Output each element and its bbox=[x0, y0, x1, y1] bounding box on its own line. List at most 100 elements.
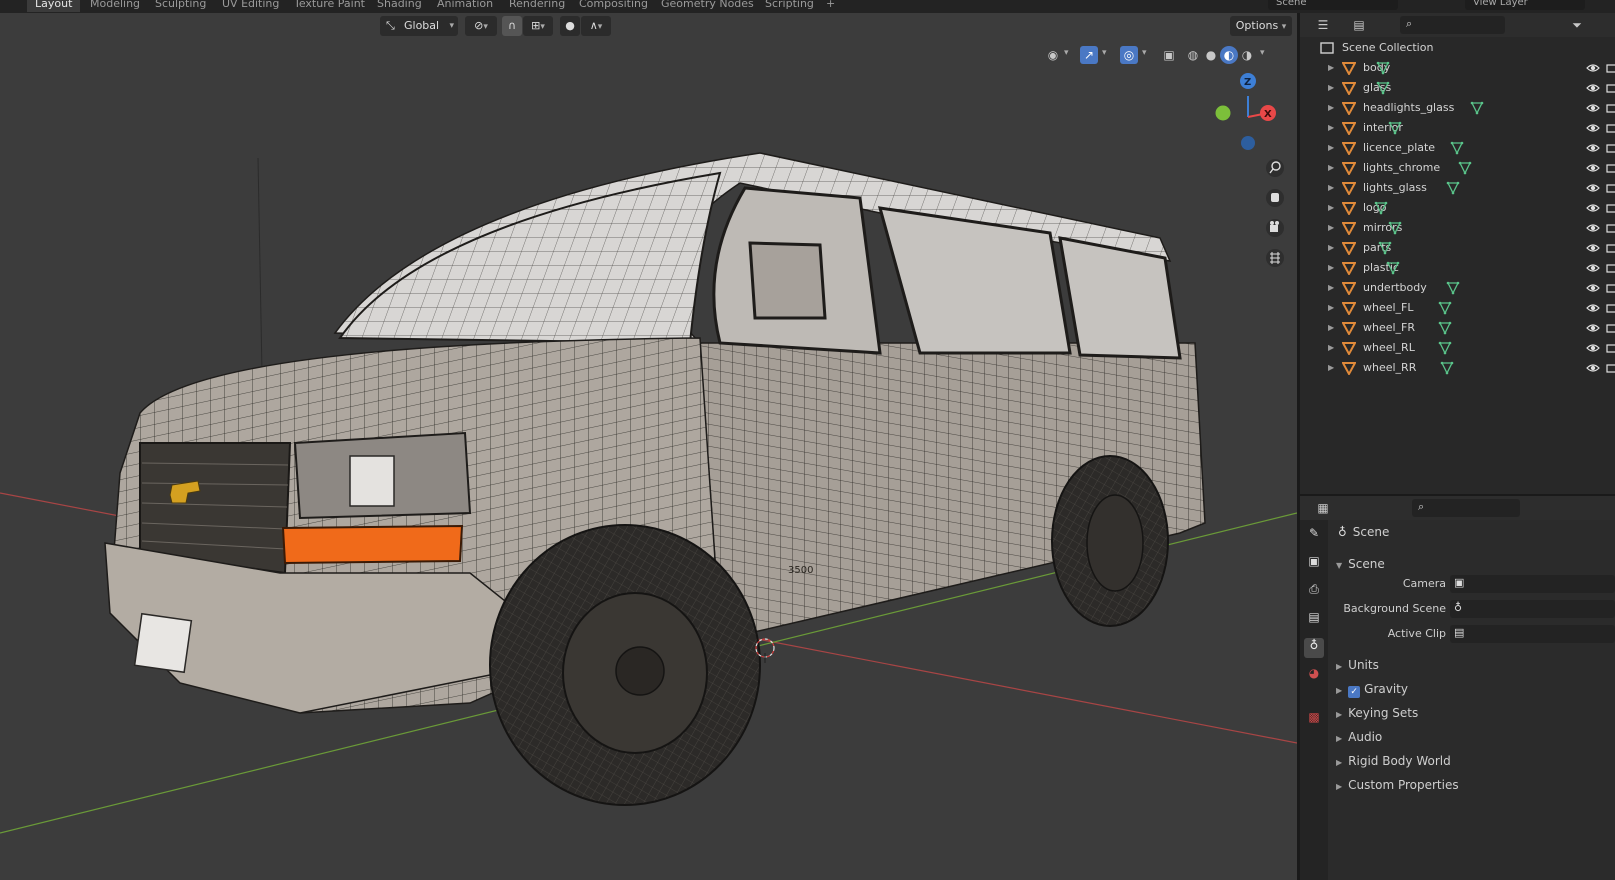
scene-panel-header[interactable]: ▼ Scene bbox=[1336, 553, 1615, 575]
tab-compositing[interactable]: Compositing bbox=[579, 0, 648, 12]
tab-modeling[interactable]: Modeling bbox=[90, 0, 140, 12]
outliner-object-row[interactable]: ▶ plastic bbox=[1300, 258, 1615, 278]
expand-right-icon[interactable]: ▶ bbox=[1328, 98, 1334, 118]
render-camera-icon[interactable] bbox=[1605, 81, 1615, 95]
mesh-data-icon[interactable] bbox=[1438, 301, 1452, 315]
texture-tab-icon[interactable]: ▩ bbox=[1304, 710, 1324, 730]
mesh-data-icon[interactable] bbox=[1374, 201, 1388, 215]
options-dropdown[interactable]: Options ▾ bbox=[1230, 16, 1292, 36]
expand-right-icon[interactable]: ▶ bbox=[1328, 178, 1334, 198]
van-model[interactable]: 3500 bbox=[104, 152, 1206, 806]
visibility-eye-icon[interactable] bbox=[1586, 361, 1600, 375]
mesh-data-icon[interactable] bbox=[1470, 101, 1484, 115]
mesh-data-icon[interactable] bbox=[1388, 221, 1402, 235]
expand-right-icon[interactable]: ▶ bbox=[1328, 198, 1334, 218]
render-camera-icon[interactable] bbox=[1605, 201, 1615, 215]
visibility-eye-icon[interactable] bbox=[1586, 161, 1600, 175]
transform-orientation-dropdown[interactable]: ⤡ Global ▾ bbox=[380, 16, 458, 36]
visibility-eye-icon[interactable] bbox=[1586, 261, 1600, 275]
gizmo-neg-z[interactable] bbox=[1241, 136, 1255, 150]
render-camera-icon[interactable] bbox=[1605, 181, 1615, 195]
output-tab-icon[interactable]: ⎙ bbox=[1304, 582, 1324, 602]
outliner-object-row[interactable]: ▶ licence_plate bbox=[1300, 138, 1615, 158]
gizmo-toggle-icon[interactable]: ↗ bbox=[1080, 46, 1098, 64]
material-preview-icon[interactable]: ◐ bbox=[1220, 46, 1238, 64]
expand-right-icon[interactable]: ▶ bbox=[1328, 78, 1334, 98]
snap-toggle[interactable]: ∩ bbox=[502, 16, 522, 36]
overlays-toggle-icon[interactable]: ◎ bbox=[1120, 46, 1138, 64]
scene-tab-icon[interactable]: ♁ bbox=[1304, 638, 1324, 658]
properties-search-input[interactable]: ⌕ bbox=[1412, 499, 1520, 517]
visibility-eye-icon[interactable]: ◉ bbox=[1044, 46, 1062, 64]
render-camera-icon[interactable] bbox=[1605, 281, 1615, 295]
world-tab-icon[interactable]: ◕ bbox=[1304, 666, 1324, 686]
tab-rendering[interactable]: Rendering bbox=[509, 0, 565, 12]
solid-shading-icon[interactable]: ● bbox=[1202, 46, 1220, 64]
3d-viewport[interactable]: 3500 Z X ⤡ Global ▾ ⊘▾ ∩ ⊞▾ ● ∧▾ Options… bbox=[0, 13, 1297, 880]
outliner-object-row[interactable]: ▶ lights_chrome bbox=[1300, 158, 1615, 178]
camera-view-icon[interactable] bbox=[1266, 219, 1284, 237]
display-mode-icon[interactable]: ▤ bbox=[1350, 16, 1368, 34]
visibility-eye-icon[interactable] bbox=[1586, 181, 1600, 195]
gravity-panel[interactable]: ▶ ✓ Gravity bbox=[1336, 678, 1615, 700]
expand-right-icon[interactable]: ▶ bbox=[1328, 258, 1334, 278]
visibility-eye-icon[interactable] bbox=[1586, 141, 1600, 155]
visibility-eye-icon[interactable] bbox=[1586, 121, 1600, 135]
visibility-eye-icon[interactable] bbox=[1586, 281, 1600, 295]
filter-icon[interactable]: ⏷ bbox=[1568, 16, 1586, 34]
scene-selector[interactable]: Scene bbox=[1268, 0, 1398, 10]
expand-right-icon[interactable]: ▶ bbox=[1328, 238, 1334, 258]
render-camera-icon[interactable] bbox=[1605, 141, 1615, 155]
view-layer-selector[interactable]: View Layer bbox=[1465, 0, 1585, 10]
visibility-eye-icon[interactable] bbox=[1586, 241, 1600, 255]
editor-type-icon[interactable]: ▦ bbox=[1314, 499, 1332, 517]
xray-toggle-icon[interactable]: ▣ bbox=[1160, 46, 1178, 64]
visibility-eye-icon[interactable] bbox=[1586, 321, 1600, 335]
tab-texture-paint[interactable]: Texture Paint bbox=[294, 0, 365, 12]
outliner-object-row[interactable]: ▶ lights_glass bbox=[1300, 178, 1615, 198]
render-camera-icon[interactable] bbox=[1605, 261, 1615, 275]
custom-properties-panel[interactable]: ▶ Custom Properties bbox=[1336, 774, 1615, 796]
mesh-data-icon[interactable] bbox=[1388, 121, 1402, 135]
navigation-gizmo[interactable]: Z X bbox=[1215, 73, 1276, 150]
editor-type-icon[interactable]: ☰ bbox=[1314, 16, 1332, 34]
visibility-eye-icon[interactable] bbox=[1586, 201, 1600, 215]
tab-geometry-nodes[interactable]: Geometry Nodes bbox=[661, 0, 754, 12]
render-camera-icon[interactable] bbox=[1605, 341, 1615, 355]
render-camera-icon[interactable] bbox=[1605, 361, 1615, 375]
tool-tab-icon[interactable]: ✎ bbox=[1304, 526, 1324, 546]
expand-right-icon[interactable]: ▶ bbox=[1328, 358, 1334, 378]
tab-uv-editing[interactable]: UV Editing bbox=[222, 0, 279, 12]
mesh-data-icon[interactable] bbox=[1378, 241, 1392, 255]
expand-right-icon[interactable]: ▶ bbox=[1328, 298, 1334, 318]
wireframe-shading-icon[interactable]: ◍ bbox=[1184, 46, 1202, 64]
render-tab-icon[interactable]: ▣ bbox=[1304, 554, 1324, 574]
visibility-eye-icon[interactable] bbox=[1586, 81, 1600, 95]
tab-animation[interactable]: Animation bbox=[437, 0, 493, 12]
outliner-object-row[interactable]: ▶ mirrors bbox=[1300, 218, 1615, 238]
outliner-object-row[interactable]: ▶ parts bbox=[1300, 238, 1615, 258]
pan-hand-icon[interactable] bbox=[1266, 189, 1284, 207]
mesh-data-icon[interactable] bbox=[1450, 141, 1464, 155]
outliner-object-row[interactable]: ▶ undertbody bbox=[1300, 278, 1615, 298]
render-camera-icon[interactable] bbox=[1605, 221, 1615, 235]
visibility-eye-icon[interactable] bbox=[1586, 101, 1600, 115]
gravity-checkbox[interactable]: ✓ bbox=[1348, 686, 1361, 698]
audio-panel[interactable]: ▶ Audio bbox=[1336, 726, 1615, 748]
tab-shading[interactable]: Shading bbox=[377, 0, 422, 12]
expand-right-icon[interactable]: ▶ bbox=[1328, 318, 1334, 338]
keying-sets-panel[interactable]: ▶ Keying Sets bbox=[1336, 702, 1615, 724]
tab-scripting[interactable]: Scripting bbox=[765, 0, 814, 12]
expand-right-icon[interactable]: ▶ bbox=[1328, 278, 1334, 298]
camera-field[interactable]: ▣ bbox=[1450, 575, 1615, 593]
add-workspace-icon[interactable]: + bbox=[826, 0, 835, 12]
background-scene-field[interactable]: ♁ bbox=[1450, 600, 1615, 618]
visibility-eye-icon[interactable] bbox=[1586, 301, 1600, 315]
outliner-object-row[interactable]: ▶ wheel_FL bbox=[1300, 298, 1615, 318]
expand-right-icon[interactable]: ▶ bbox=[1328, 138, 1334, 158]
outliner-object-row[interactable]: ▶ wheel_RL bbox=[1300, 338, 1615, 358]
scene-collection-row[interactable]: Scene Collection bbox=[1300, 38, 1615, 58]
expand-right-icon[interactable]: ▶ bbox=[1328, 118, 1334, 138]
zoom-icon[interactable] bbox=[1266, 159, 1284, 177]
mesh-data-icon[interactable] bbox=[1458, 161, 1472, 175]
